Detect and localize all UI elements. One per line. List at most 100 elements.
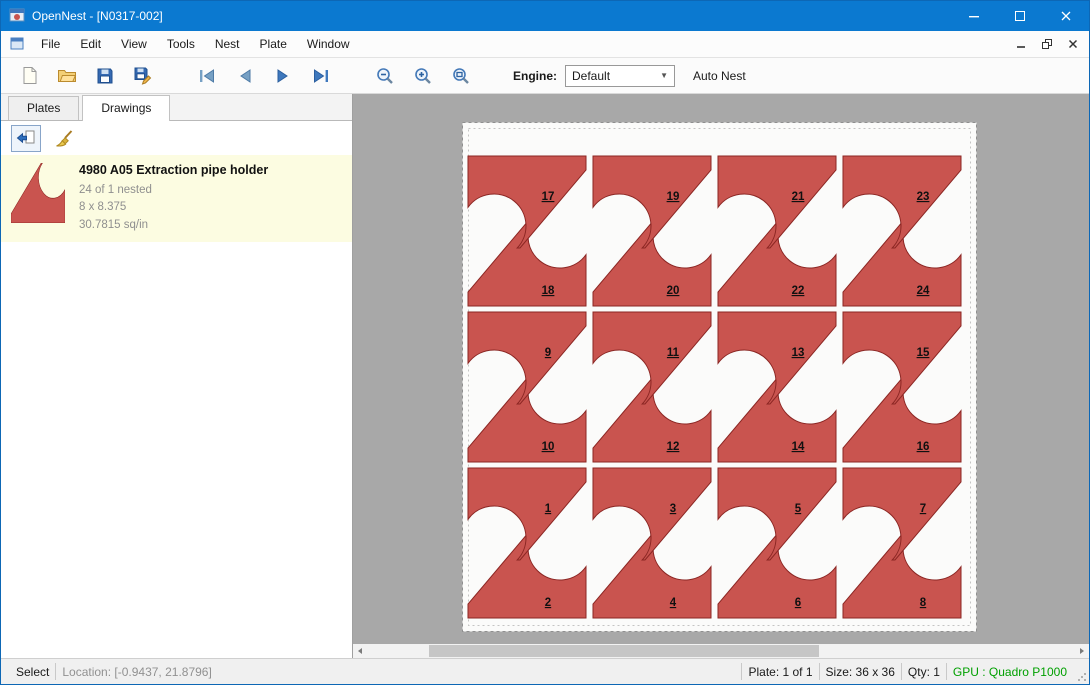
close-button[interactable] (1043, 1, 1089, 31)
part-number-label: 20 (667, 285, 680, 297)
size-indicator: Size: 36 x 36 (820, 665, 901, 679)
open-button[interactable] (51, 61, 83, 91)
new-button[interactable] (13, 61, 45, 91)
chevron-down-icon: ▼ (660, 71, 668, 80)
window-title: OpenNest - [N0317-002] (32, 9, 163, 23)
open-folder-icon (57, 67, 77, 85)
scrollbar-thumb[interactable] (429, 645, 819, 657)
resize-grip[interactable] (1073, 659, 1089, 684)
part-number-label: 23 (917, 191, 930, 203)
mdi-restore-button[interactable] (1039, 36, 1055, 52)
part-number-label: 21 (792, 191, 805, 203)
sidebar-toolbar (1, 121, 352, 155)
next-icon (273, 67, 293, 85)
statusbar: Select Location: [-0.9437, 21.8796] Plat… (1, 658, 1089, 684)
scroll-right-icon[interactable] (1075, 644, 1089, 658)
toolbar: Engine: Default ▼ Auto Nest (1, 58, 1089, 94)
plate-view: 171819202122232491011121314151612345678 (462, 122, 977, 632)
zoom-in-button[interactable] (407, 61, 439, 91)
part-number-label: 12 (667, 441, 680, 453)
menu-tools[interactable]: Tools (157, 31, 205, 57)
import-drawing-button[interactable] (11, 125, 41, 152)
zoom-in-icon (413, 66, 433, 86)
part-number-label: 1 (545, 503, 552, 515)
engine-select[interactable]: Default ▼ (565, 65, 675, 87)
drawing-list-item[interactable]: 4980 A05 Extraction pipe holder 24 of 1 … (1, 155, 352, 242)
plate-indicator: Plate: 1 of 1 (742, 665, 818, 679)
menu-edit[interactable]: Edit (70, 31, 111, 57)
nest-canvas[interactable]: 171819202122232491011121314151612345678 (353, 94, 1089, 658)
qty-indicator: Qty: 1 (902, 665, 946, 679)
tab-drawings[interactable]: Drawings (82, 95, 170, 121)
auto-nest-button[interactable]: Auto Nest (693, 69, 746, 83)
drawing-area: 30.7815 sq/in (79, 217, 268, 234)
engine-label: Engine: (513, 69, 557, 83)
save-icon (96, 67, 114, 85)
part-number-label: 24 (917, 285, 930, 297)
main-content: Plates Drawings 4980 A05 Extraction pip (1, 94, 1089, 658)
first-plate-button[interactable] (191, 61, 223, 91)
previous-plate-button[interactable] (229, 61, 261, 91)
titlebar: OpenNest - [N0317-002] (1, 1, 1089, 31)
next-plate-button[interactable] (267, 61, 299, 91)
menu-nest[interactable]: Nest (205, 31, 250, 57)
sidebar: Plates Drawings 4980 A05 Extraction pip (1, 94, 353, 658)
zoom-out-icon (375, 66, 395, 86)
mdi-child-icon[interactable] (7, 37, 27, 51)
menu-view[interactable]: View (111, 31, 157, 57)
maximize-button[interactable] (997, 1, 1043, 31)
new-document-icon (20, 66, 39, 85)
part-number-label: 4 (670, 597, 677, 609)
part-number-label: 14 (792, 441, 805, 453)
part-number-label: 5 (795, 503, 802, 515)
mdi-close-button[interactable] (1065, 36, 1081, 52)
part-number-label: 9 (545, 347, 551, 359)
skip-first-icon (197, 67, 217, 85)
part-thumbnail (11, 163, 65, 223)
menubar: File Edit View Tools Nest Plate Window (1, 31, 1089, 58)
part-number-label: 18 (542, 285, 555, 297)
save-button[interactable] (89, 61, 121, 91)
part-number-label: 3 (670, 503, 676, 515)
last-plate-button[interactable] (305, 61, 337, 91)
app-icon (9, 7, 25, 26)
tab-plates[interactable]: Plates (8, 96, 79, 120)
part-number-label: 8 (920, 597, 927, 609)
part-number-label: 10 (542, 441, 555, 453)
menu-plate[interactable]: Plate (250, 31, 297, 57)
menu-file[interactable]: File (31, 31, 70, 57)
gpu-indicator: GPU : Quadro P1000 (947, 665, 1073, 679)
save-as-button[interactable] (127, 61, 159, 91)
drawing-title: 4980 A05 Extraction pipe holder (79, 163, 268, 177)
part-number-label: 7 (920, 503, 926, 515)
horizontal-scrollbar[interactable] (353, 644, 1089, 658)
clear-drawings-button[interactable] (49, 125, 79, 152)
drawing-info: 4980 A05 Extraction pipe holder 24 of 1 … (79, 163, 268, 234)
menu-window[interactable]: Window (297, 31, 360, 57)
location-indicator: Location: [-0.9437, 21.8796] (56, 665, 217, 679)
minimize-button[interactable] (951, 1, 997, 31)
part-number-label: 2 (545, 597, 551, 609)
import-drawing-icon (16, 129, 36, 147)
zoom-fit-button[interactable] (445, 61, 477, 91)
broom-icon (54, 129, 74, 148)
part-number-label: 15 (917, 347, 930, 359)
sidebar-tabbar: Plates Drawings (1, 94, 352, 121)
app-window: OpenNest - [N0317-002] File Edit View To… (0, 0, 1090, 685)
part-number-label: 22 (792, 285, 805, 297)
mode-indicator: Select (10, 665, 55, 679)
part-number-label: 16 (917, 441, 930, 453)
drawing-size: 8 x 8.375 (79, 199, 268, 216)
part-number-label: 13 (792, 347, 805, 359)
previous-icon (235, 67, 255, 85)
mdi-minimize-button[interactable] (1013, 36, 1029, 52)
part-number-label: 11 (667, 347, 680, 359)
scroll-left-icon[interactable] (353, 644, 367, 658)
save-as-icon (133, 66, 153, 85)
drawing-nested-count: 24 of 1 nested (79, 182, 268, 199)
part-number-label: 19 (667, 191, 680, 203)
zoom-out-button[interactable] (369, 61, 401, 91)
part-number-label: 17 (542, 191, 555, 203)
zoom-fit-icon (451, 66, 471, 86)
skip-last-icon (311, 67, 331, 85)
